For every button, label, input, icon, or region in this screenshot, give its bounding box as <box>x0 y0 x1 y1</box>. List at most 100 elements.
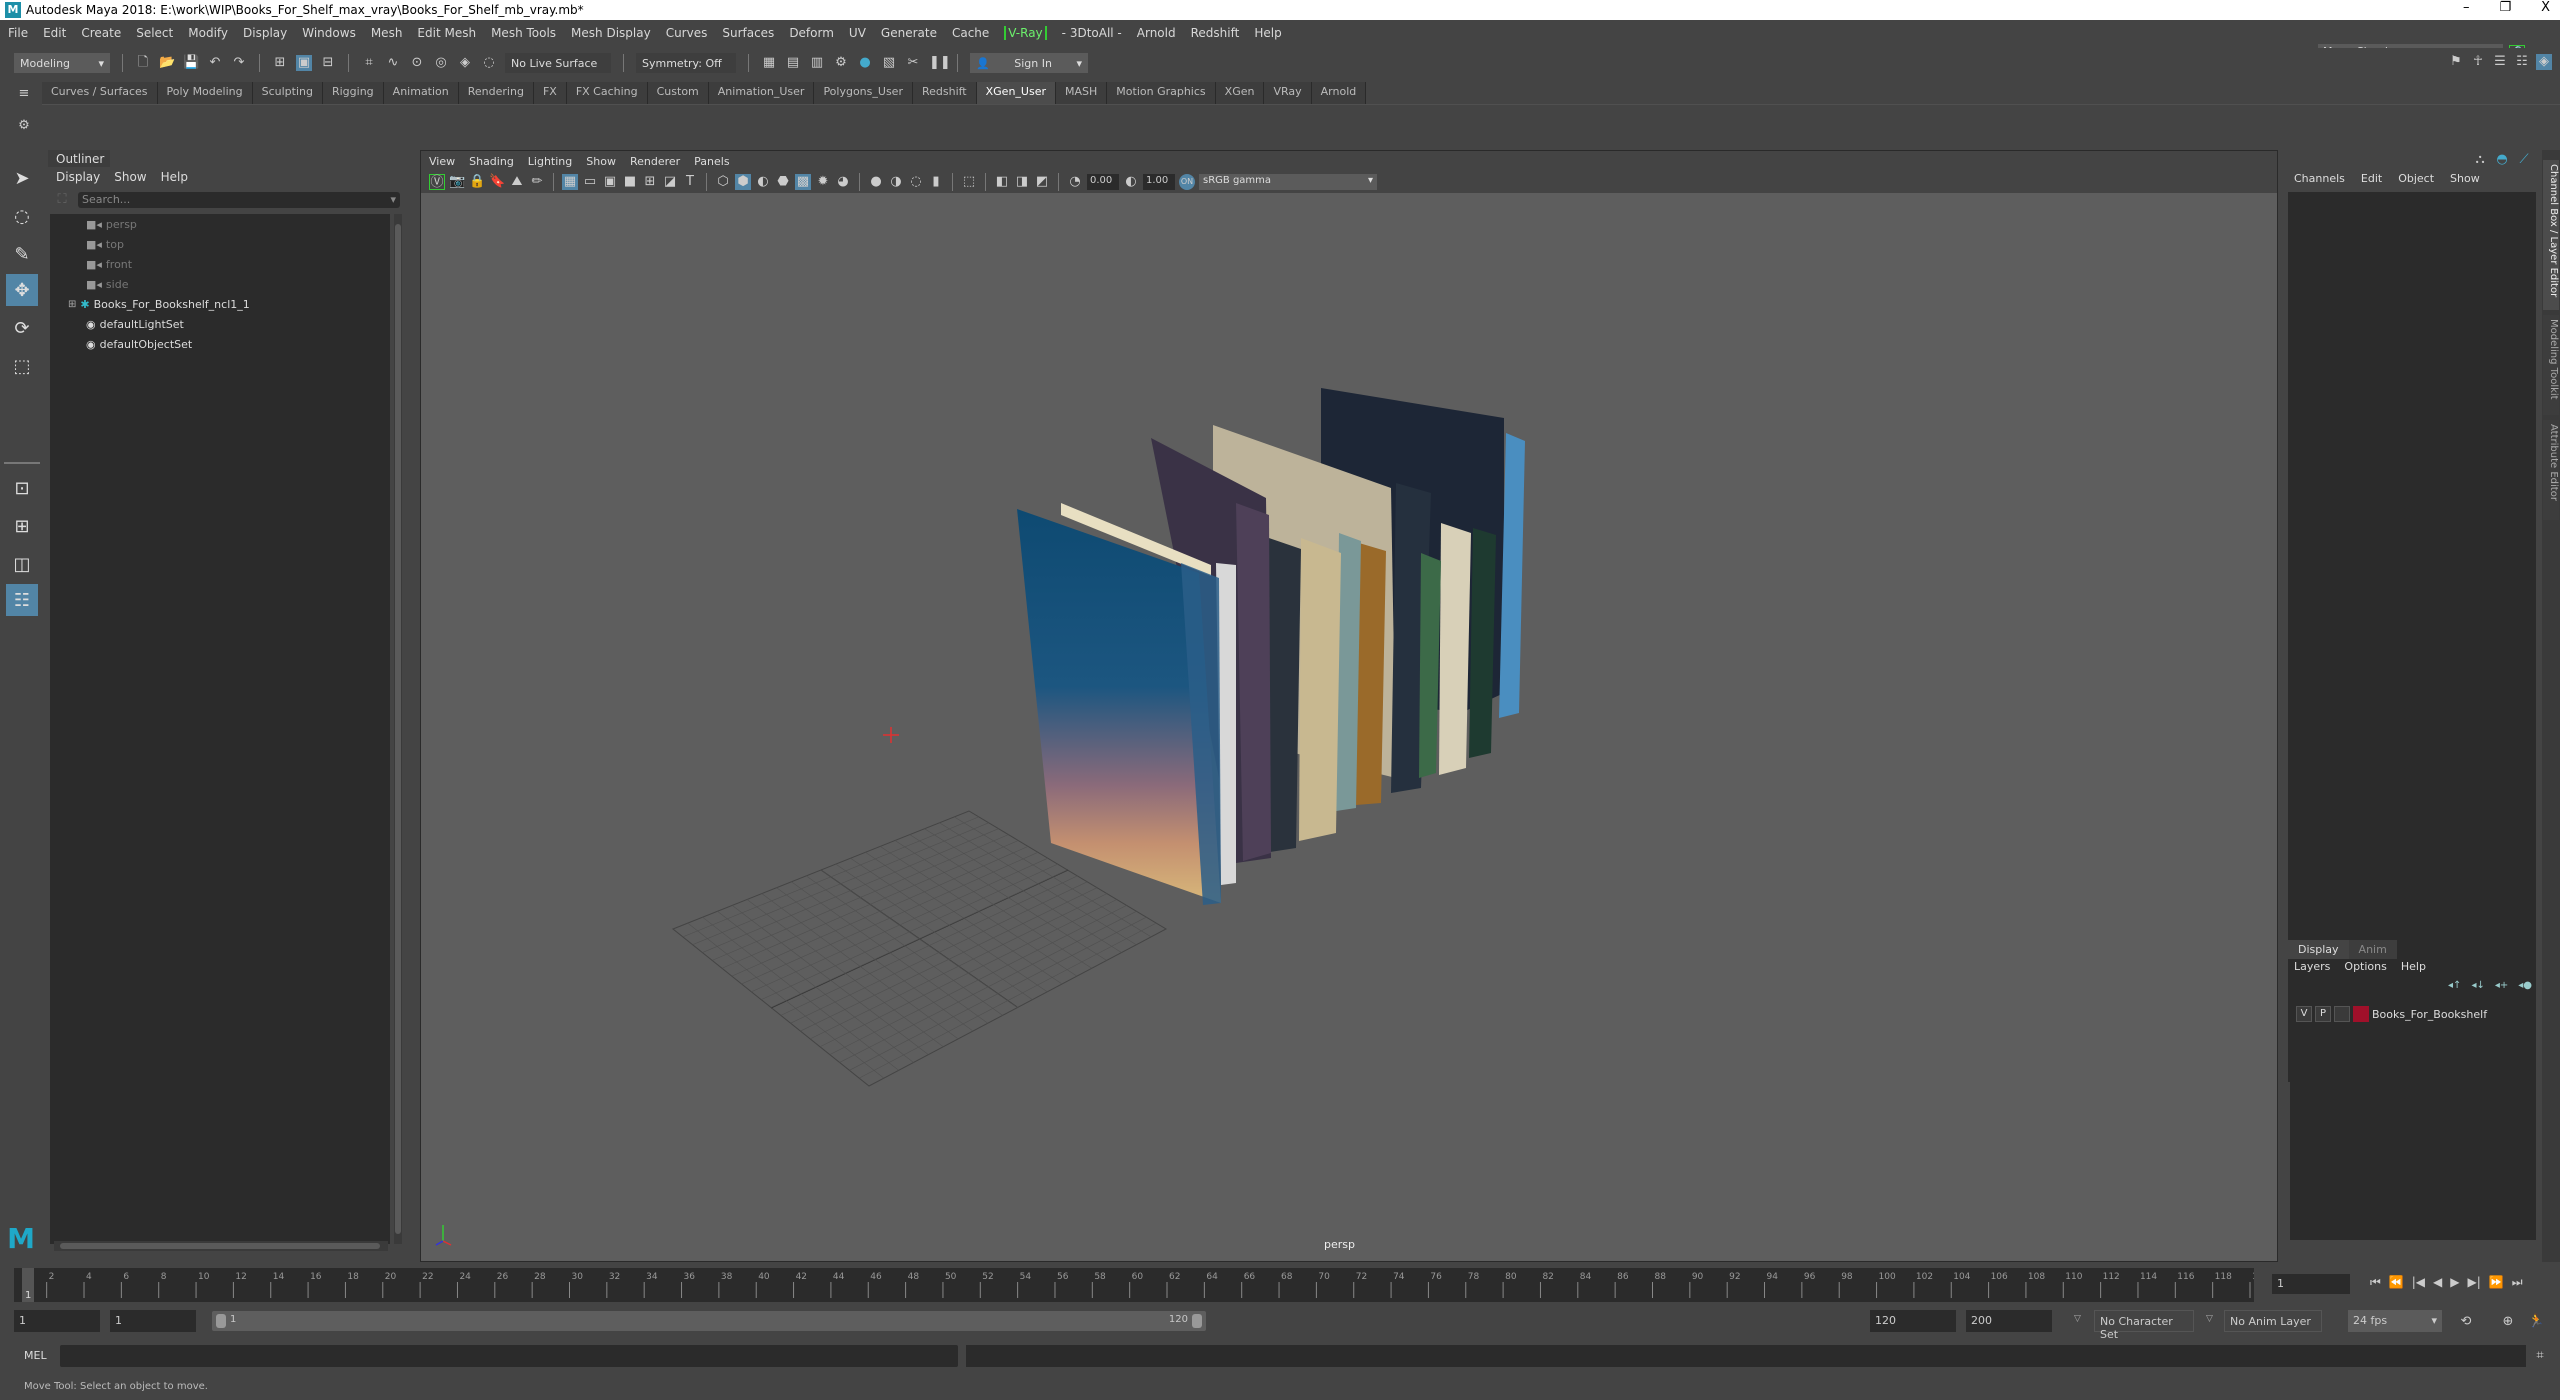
safe-action-icon[interactable]: ◪ <box>662 174 678 190</box>
view-transform-dropdown[interactable]: sRGB gamma ▾ <box>1199 174 1377 190</box>
menu-modify[interactable]: Modify <box>188 26 228 40</box>
viewport-menu-panels[interactable]: Panels <box>694 155 729 168</box>
shelf-tab[interactable]: Curves / Surfaces <box>42 82 158 104</box>
shelf-tab[interactable]: FX Caching <box>566 82 648 104</box>
xray-active-icon[interactable]: ◩ <box>1034 174 1050 190</box>
menu-file[interactable]: File <box>8 26 28 40</box>
tab-channel-box-layer-editor[interactable]: Channel Box / Layer Editor <box>2543 160 2559 310</box>
save-scene-icon[interactable]: 💾 <box>183 55 199 71</box>
visibility-toggle[interactable]: V <box>2296 1006 2312 1022</box>
go-to-start-icon[interactable]: ⏮ <box>2370 1275 2381 1290</box>
depth-of-field-icon[interactable]: ▮ <box>928 174 944 190</box>
snap-view-plane-icon[interactable]: ◎ <box>433 55 449 71</box>
outliner-search-input[interactable]: Search... ▾ <box>78 192 400 208</box>
outliner-item-top[interactable]: ■◂ top <box>86 234 124 254</box>
animation-preferences-icon[interactable]: 🏃 <box>2528 1314 2544 1330</box>
manipulator-icon[interactable]: ⛬ <box>2472 152 2488 168</box>
resolution-gate-icon[interactable]: ▣ <box>602 174 618 190</box>
snap-grid-icon[interactable]: ⌗ <box>361 55 377 71</box>
shelf-tab[interactable]: Motion Graphics <box>1107 82 1216 104</box>
select-hierarchy-icon[interactable]: ⊞ <box>272 55 288 71</box>
outliner-menu-display[interactable]: Display <box>56 170 100 184</box>
tab-modeling-toolkit[interactable]: Modeling Toolkit <box>2543 315 2559 415</box>
outliner-menu-help[interactable]: Help <box>161 170 188 184</box>
viewport-menu-renderer[interactable]: Renderer <box>630 155 680 168</box>
outliner-item-front[interactable]: ■◂ front <box>86 254 132 274</box>
gamma-field[interactable]: 1.00 <box>1143 174 1175 190</box>
shelf-tab-active[interactable]: XGen_User <box>976 82 1056 104</box>
menu-mesh-tools[interactable]: Mesh Tools <box>491 26 556 40</box>
layer-tab-anim[interactable]: Anim <box>2348 940 2397 959</box>
range-end-handle[interactable] <box>1192 1314 1202 1328</box>
move-layer-down-icon[interactable]: ◂↓ <box>2471 980 2484 991</box>
menu-mesh-display[interactable]: Mesh Display <box>571 26 651 40</box>
pause-icon[interactable]: ❚❚ <box>929 55 951 71</box>
close-button[interactable]: X <box>2541 0 2550 15</box>
screen-space-ao-icon[interactable]: ● <box>868 174 884 190</box>
layers-menu-layers[interactable]: Layers <box>2294 960 2330 973</box>
minimize-button[interactable]: – <box>2463 0 2470 15</box>
chevron-down-icon[interactable]: ▾ <box>390 193 396 206</box>
menu-curves[interactable]: Curves <box>666 26 708 40</box>
motion-blur-icon[interactable]: ◑ <box>888 174 904 190</box>
menu-generate[interactable]: Generate <box>881 26 937 40</box>
viewport-menu-lighting[interactable]: Lighting <box>528 155 572 168</box>
menu-vray[interactable]: V-Ray <box>1004 25 1047 40</box>
new-layer-selected-icon[interactable]: ◂● <box>2518 980 2532 991</box>
menu-cache[interactable]: Cache <box>952 26 989 40</box>
snap-component-icon[interactable]: ◌ <box>481 55 497 71</box>
single-view-layout-icon[interactable]: ⊡ <box>6 472 38 504</box>
layer-tab-display[interactable]: Display <box>2288 940 2349 959</box>
image-plane-icon[interactable]: ⛰ <box>509 174 525 190</box>
go-to-end-icon[interactable]: ⏭ <box>2512 1275 2523 1290</box>
sign-in-dropdown[interactable]: 👤 Sign In ▾ <box>970 53 1088 73</box>
menu-arnold[interactable]: Arnold <box>1137 26 1176 40</box>
outliner-item-persp[interactable]: ■◂ persp <box>86 214 137 234</box>
shelf-tab[interactable]: Rendering <box>458 82 534 104</box>
textured-icon[interactable]: ▩ <box>795 174 811 190</box>
chevron-down-icon[interactable]: ▽ <box>2206 1314 2213 1324</box>
xray-icon[interactable]: ◧ <box>994 174 1010 190</box>
expand-icon[interactable]: ⊞ <box>68 299 76 310</box>
scrollbar-thumb[interactable] <box>60 1243 380 1249</box>
render-settings-icon[interactable]: ⚙ <box>833 55 849 71</box>
range-slider[interactable]: 1 120 <box>212 1311 1206 1331</box>
color-management-icon[interactable]: ON <box>1179 174 1195 190</box>
render-view-icon[interactable]: ▧ <box>881 55 897 71</box>
new-scene-icon[interactable]: 🗋 <box>135 55 151 71</box>
exposure-field[interactable]: 0.00 <box>1087 174 1119 190</box>
auto-key-icon[interactable]: ⊕ <box>2500 1314 2516 1330</box>
step-back-frame-icon[interactable]: |◀ <box>2412 1275 2425 1290</box>
outliner-vertical-scrollbar[interactable] <box>394 214 402 1244</box>
rotate-tool-icon[interactable]: ⟳ <box>6 312 38 344</box>
time-slider[interactable]: 1 2 4 6 8 10 12 14 16 18 20 22 24 26 28 30 32 34 36 38 40 42 4… <box>14 1268 2269 1302</box>
range-start-handle[interactable] <box>216 1314 226 1328</box>
loop-icon[interactable]: ⟲ <box>2458 1314 2474 1330</box>
anti-aliasing-icon[interactable]: ◌ <box>908 174 924 190</box>
play-forward-icon[interactable]: ▶ <box>2450 1275 2459 1290</box>
grease-pencil-icon[interactable]: ✏ <box>529 174 545 190</box>
step-forward-frame-icon[interactable]: ▶| <box>2468 1275 2481 1290</box>
character-set-dropdown[interactable]: No Character Set <box>2094 1310 2194 1341</box>
filter-icon[interactable]: ⛶ <box>54 192 70 208</box>
play-backward-icon[interactable]: ◀ <box>2433 1275 2442 1290</box>
snap-point-icon[interactable]: ⊙ <box>409 55 425 71</box>
move-layer-up-icon[interactable]: ◂↑ <box>2448 980 2461 991</box>
current-frame-field[interactable]: 1 <box>2272 1274 2350 1294</box>
script-editor-icon[interactable]: ⌗ <box>2532 1348 2548 1364</box>
scale-tool-icon[interactable]: ⬚ <box>6 350 38 382</box>
move-tool-icon[interactable]: ✥ <box>6 274 38 306</box>
vray-render-icon[interactable]: Ⓥ <box>429 174 445 190</box>
smooth-shade-icon[interactable]: ⬢ <box>735 174 751 190</box>
wireframe-on-shaded-icon[interactable]: ⬣ <box>775 174 791 190</box>
outliner-layout-icon[interactable]: ☷ <box>6 584 38 616</box>
animation-start-field[interactable]: 1 <box>14 1310 100 1332</box>
attribute-editor-icon[interactable]: ☰ <box>2492 54 2508 70</box>
menu-display[interactable]: Display <box>243 26 287 40</box>
shelf-menu-icon[interactable]: ≡ <box>16 86 32 102</box>
outliner-item-default-object-set[interactable]: ◉ defaultObjectSet <box>86 334 192 354</box>
select-object-icon[interactable]: ▣ <box>296 55 312 71</box>
chevron-down-icon[interactable]: ▽ <box>2074 1314 2081 1324</box>
shelf-tab[interactable]: Animation_User <box>708 82 815 104</box>
new-layer-icon[interactable]: ◂+ <box>2495 980 2508 991</box>
